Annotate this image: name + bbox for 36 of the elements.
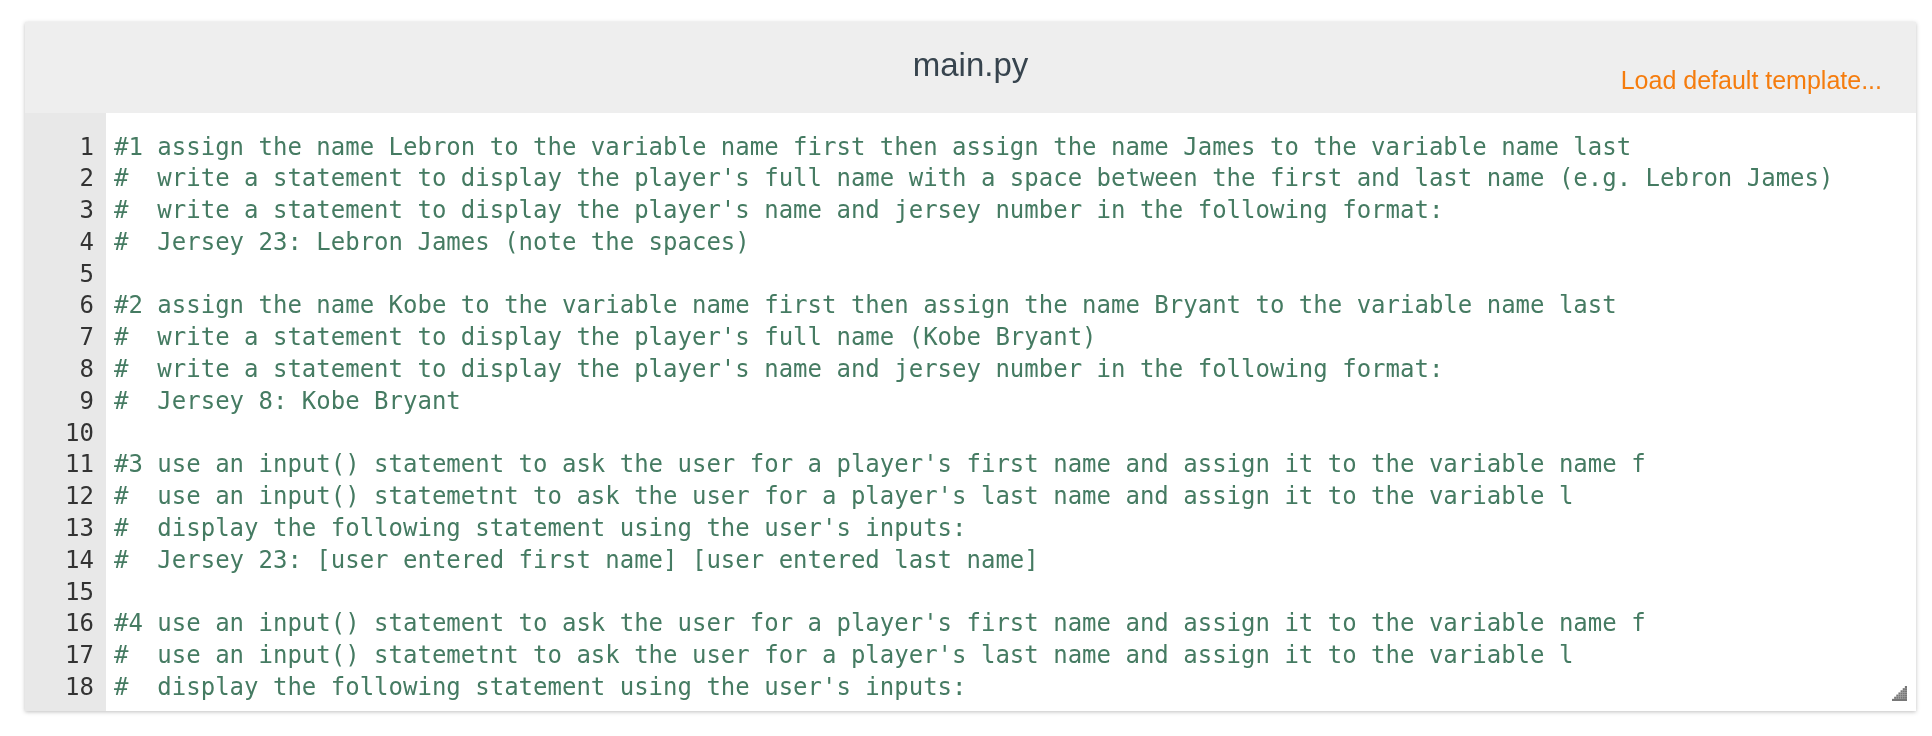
line-number: 14 <box>65 545 94 575</box>
line-number: 17 <box>65 641 94 671</box>
code-line: # Jersey 23: Lebron James (note the spaces) <box>114 227 750 257</box>
code-line: # display the following statement using the user's inputs: <box>114 673 967 702</box>
line-number: 12 <box>65 482 94 512</box>
code-line: # Jersey 8: Kobe Bryant <box>114 386 461 416</box>
code-line: # Jersey 23: [user entered first name] [user entered last name] <box>114 545 1039 575</box>
code-line: #3 use an input() statement to ask the user for a player's first name and assign it to the variable name f <box>114 450 1646 480</box>
code-line: #2 assign the name Kobe to the variable name first then assign the name Bryant to the variable name last <box>114 291 1617 321</box>
code-line: # display the following statement using the user's inputs: <box>114 514 967 543</box>
line-number: 13 <box>65 514 94 543</box>
line-number: 5 <box>79 259 94 289</box>
line-number: 16 <box>65 609 94 639</box>
line-number: 3 <box>79 196 94 225</box>
line-number: 9 <box>79 386 94 416</box>
code-line: # use an input() statemetnt to ask the user for a player's last name and assign it to the variable l <box>114 641 1574 671</box>
code-line: # use an input() statemetnt to ask the user for a player's last name and assign it to the variable l <box>114 482 1574 512</box>
line-number: 15 <box>65 577 94 607</box>
code-line: #1 assign the name Lebron to the variable name first then assign the name James to the variable name last <box>114 132 1632 162</box>
line-number: 7 <box>79 323 94 353</box>
line-number: 4 <box>79 227 94 257</box>
code-line: # write a statement to display the player's full name with a space between the first and last name (e.g. Lebron James) <box>114 164 1834 194</box>
code-line: # write a statement to display the player's name and jersey number in the following format: <box>114 355 1444 384</box>
code-line: # write a statement to display the player's full name (Kobe Bryant) <box>114 323 1097 353</box>
load-template-link[interactable]: Load default template... <box>1620 65 1882 95</box>
code-line: # write a statement to display the player's name and jersey number in the following format: <box>114 196 1444 225</box>
resize-grip-icon[interactable] <box>1892 686 1907 702</box>
line-number: 8 <box>79 355 94 384</box>
line-number: 6 <box>79 291 94 321</box>
line-number: 18 <box>65 673 94 702</box>
line-number: 1 <box>79 132 94 162</box>
file-name-title: main.py <box>912 45 1029 84</box>
line-number: 11 <box>65 450 94 480</box>
line-number: 10 <box>65 418 94 448</box>
line-number: 2 <box>79 164 94 194</box>
code-line: #4 use an input() statement to ask the user for a player's first name and assign it to the variable name f <box>114 609 1646 639</box>
